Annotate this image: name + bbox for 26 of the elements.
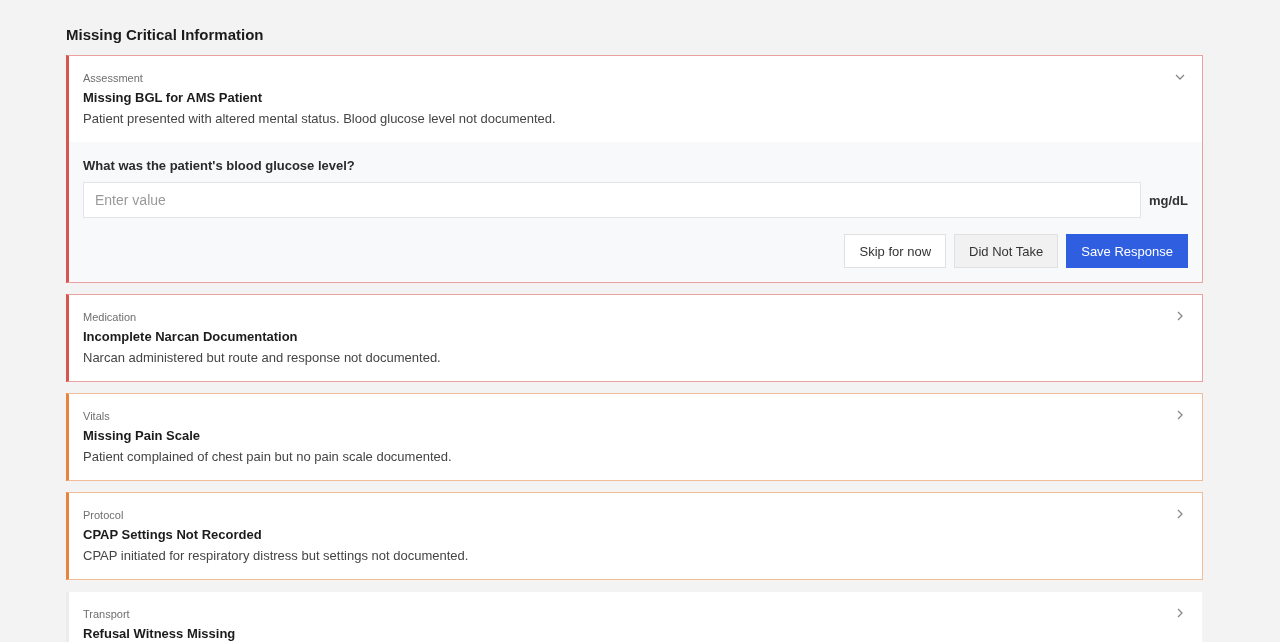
issue-title: Missing Pain Scale [83,428,202,444]
question-label: What was the patient's blood glucose level? [83,158,356,173]
issue-card[interactable] [66,55,1203,283]
issue-description: Patient complained of chest pain but no pain scale documented. [83,449,452,465]
issue-card[interactable]: Medication Incomplete Narcan Documentation Narcan administered but route and response not documented. [66,294,1203,382]
issue-category: Assessment [83,71,144,85]
issue-category: Vitals [83,409,111,423]
issue-category: Protocol [83,508,125,522]
issue-card[interactable]: Vitals Missing Pain Scale Patient complained of chest pain but no pain scale documented. [66,393,1203,481]
issue-description: CPAP initiated for respiratory distress but settings not documented. [83,548,469,564]
value-input-field[interactable]: Enter value [83,182,1141,218]
issue-card[interactable]: Protocol CPAP Settings Not Recorded CPAP initiated for respiratory distress but settings not documented. [66,492,1203,580]
issue-description: Patient presented with altered mental status. Blood glucose level not documented. [83,111,556,127]
issue-card[interactable]: Transport Refusal Witness Missing [66,591,1203,642]
secondary-button[interactable]: Skip for now [844,234,947,268]
issue-title: CPAP Settings Not Recorded [83,527,263,543]
secondary-button[interactable]: Did Not Take [954,234,1059,268]
issue-title: Missing BGL for AMS Patient [83,90,264,106]
save-button[interactable]: Save Response [1066,234,1188,268]
issue-description: Narcan administered but route and response not documented. [83,350,441,366]
issue-title: Incomplete Narcan Documentation [83,329,299,345]
issue-category: Transport [83,607,131,621]
section-heading: Missing Critical Information [66,26,265,44]
issue-title: Refusal Witness Missing [83,626,236,642]
unit-label: mg/dL [1149,192,1188,208]
issue-category: Medication [83,310,138,324]
